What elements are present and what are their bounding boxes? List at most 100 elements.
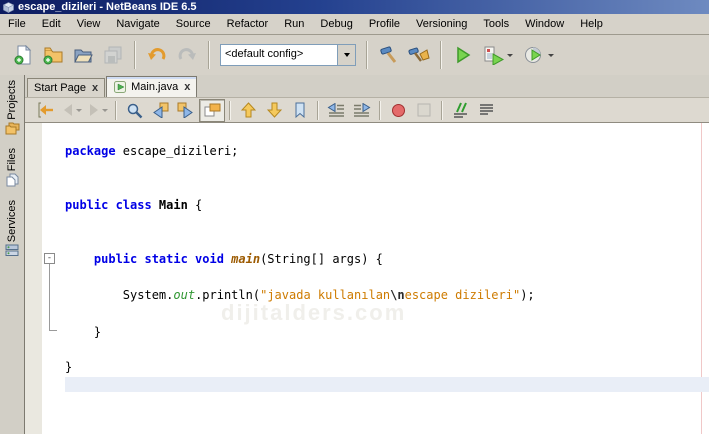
- find-button[interactable]: [121, 99, 147, 122]
- config-select-dropdown-button[interactable]: [337, 45, 355, 65]
- menu-bar: File Edit View Navigate Source Refactor …: [0, 14, 709, 35]
- config-select[interactable]: <default config>: [220, 44, 356, 66]
- toolbar-separator: [229, 101, 231, 120]
- menu-debug[interactable]: Debug: [312, 16, 360, 32]
- sidebar-item-label: Files: [6, 148, 18, 171]
- toolbar-separator: [115, 101, 117, 120]
- new-file-icon: [13, 45, 33, 65]
- redo-button[interactable]: [172, 39, 202, 71]
- debug-icon: [483, 45, 505, 65]
- menu-run[interactable]: Run: [276, 16, 312, 32]
- sidebar-item-services[interactable]: Services: [5, 200, 19, 257]
- tab-label: Start Page: [34, 82, 86, 94]
- sidebar-item-label: Services: [6, 200, 18, 242]
- menu-refactor[interactable]: Refactor: [219, 16, 277, 32]
- toolbar-separator: [208, 41, 210, 69]
- sidebar-item-projects[interactable]: Projects: [5, 80, 20, 135]
- menu-navigate[interactable]: Navigate: [108, 16, 167, 32]
- files-icon: [5, 173, 19, 187]
- toolbar-separator: [440, 41, 442, 69]
- sidebar-item-files[interactable]: Files: [5, 148, 19, 187]
- save-all-button[interactable]: [98, 39, 128, 71]
- fold-guide-foot: [49, 330, 57, 331]
- tab-start-page[interactable]: Start Page x: [27, 78, 105, 97]
- keyword-token: public class: [65, 198, 159, 212]
- code-line-main-method: public static void main(String[] args) {: [65, 252, 383, 267]
- editor-gutter: [25, 123, 42, 434]
- toolbar-separator: [134, 41, 136, 69]
- netbeans-window: escape_dizileri - NetBeans IDE 6.5 File …: [0, 0, 709, 434]
- services-icon: [5, 244, 19, 257]
- find-next-button[interactable]: [173, 99, 199, 122]
- shift-line-left-button[interactable]: [323, 99, 349, 122]
- chevron-down-icon: [102, 109, 108, 112]
- open-project-icon: [73, 45, 93, 65]
- previous-bookmark-button[interactable]: [235, 99, 261, 122]
- run-project-button[interactable]: [448, 39, 478, 71]
- code-line-close-method: }: [65, 325, 101, 340]
- projects-icon: [5, 122, 20, 135]
- start-macro-recording-button[interactable]: [385, 99, 411, 122]
- keyword-token: package: [65, 144, 116, 158]
- new-file-button[interactable]: [8, 39, 38, 71]
- plain-token: .println(: [195, 288, 260, 302]
- close-icon[interactable]: x: [184, 82, 190, 92]
- current-line-highlight: [65, 377, 709, 392]
- document-tab-row: Start Page x Main.java x: [25, 75, 709, 98]
- bookmark-icon: [293, 102, 307, 118]
- menu-profile[interactable]: Profile: [361, 16, 408, 32]
- plain-token: {: [188, 198, 202, 212]
- shift-left-icon: [327, 103, 345, 118]
- back-icon: [62, 103, 74, 117]
- profile-project-button[interactable]: [518, 39, 560, 71]
- clean-build-project-button[interactable]: [404, 39, 434, 71]
- debug-project-button[interactable]: [478, 39, 518, 71]
- menu-tools[interactable]: Tools: [475, 16, 517, 32]
- menu-file[interactable]: File: [0, 16, 34, 32]
- forward-button[interactable]: [85, 99, 111, 122]
- static-field-token: out: [173, 288, 195, 302]
- menu-source[interactable]: Source: [168, 16, 219, 32]
- build-hammer-icon: [379, 45, 399, 65]
- fold-collapse-toggle[interactable]: -: [44, 253, 55, 264]
- toolbar-separator: [379, 101, 381, 120]
- plain-token: );: [520, 288, 534, 302]
- back-button[interactable]: [59, 99, 85, 122]
- string-token: "javada kullanılan: [260, 288, 390, 302]
- find-previous-button[interactable]: [147, 99, 173, 122]
- shift-right-icon: [353, 103, 371, 118]
- toolbar-separator: [317, 101, 319, 120]
- code-line-package: package escape_dizileri;: [65, 144, 238, 159]
- uncomment-icon: [478, 103, 495, 117]
- open-project-button[interactable]: [68, 39, 98, 71]
- code-line-class: public class Main {: [65, 198, 202, 213]
- menu-view[interactable]: View: [69, 16, 109, 32]
- build-project-button[interactable]: [374, 39, 404, 71]
- code-line-println: System.out.println("javada kullanılan\ne…: [65, 288, 535, 303]
- tab-main-java[interactable]: Main.java x: [106, 76, 197, 97]
- arrow-down-icon: [267, 102, 282, 118]
- last-edit-position-button[interactable]: [33, 99, 59, 122]
- toolbar-separator: [366, 41, 368, 69]
- close-icon[interactable]: x: [92, 83, 98, 93]
- menu-versioning[interactable]: Versioning: [408, 16, 475, 32]
- new-project-button[interactable]: [38, 39, 68, 71]
- shift-line-right-button[interactable]: [349, 99, 375, 122]
- save-all-icon: [103, 45, 123, 65]
- toggle-highlight-search-button[interactable]: [199, 99, 225, 122]
- next-bookmark-button[interactable]: [261, 99, 287, 122]
- stop-macro-recording-button[interactable]: [411, 99, 437, 122]
- undo-button[interactable]: [142, 39, 172, 71]
- arrow-up-icon: [241, 102, 256, 118]
- menu-help[interactable]: Help: [572, 16, 611, 32]
- highlight-icon: [204, 103, 221, 118]
- comment-icon: [452, 102, 469, 118]
- menu-window[interactable]: Window: [517, 16, 572, 32]
- search-icon: [126, 102, 143, 119]
- toggle-bookmark-button[interactable]: [287, 99, 313, 122]
- code-editor[interactable]: dijitalders.com - package escape_diziler…: [25, 123, 709, 434]
- string-token: escape dizileri": [405, 288, 521, 302]
- menu-edit[interactable]: Edit: [34, 16, 69, 32]
- uncomment-button[interactable]: [473, 99, 499, 122]
- comment-button[interactable]: [447, 99, 473, 122]
